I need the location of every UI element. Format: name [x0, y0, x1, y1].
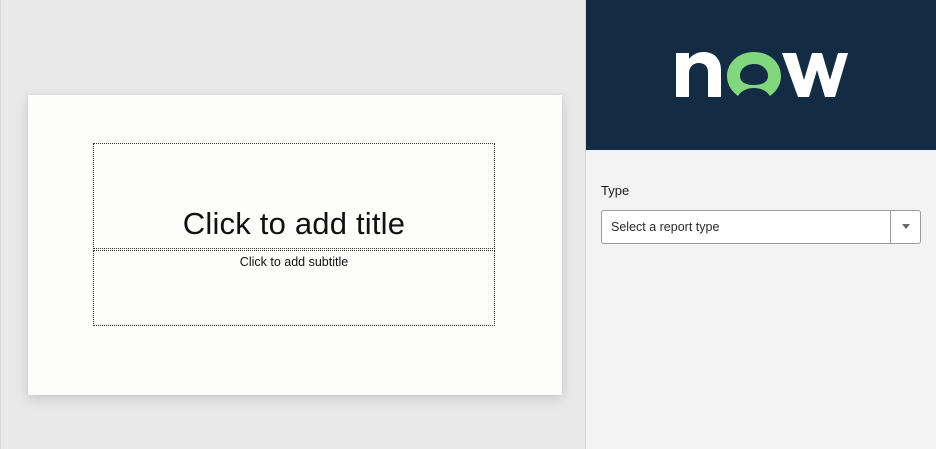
subtitle-placeholder-text: Click to add subtitle — [239, 255, 349, 269]
subtitle-placeholder[interactable]: Click to add subtitle — [93, 250, 495, 326]
title-placeholder-text: Click to add title — [182, 206, 406, 241]
select-divider — [890, 211, 891, 243]
side-panel: Type Select a report type — [585, 0, 936, 449]
logo-letter-n — [676, 52, 721, 97]
title-placeholder[interactable]: Click to add title — [93, 143, 495, 249]
logo-letter-o — [727, 52, 781, 96]
app-root: Click to add title Click to add subtitle… — [0, 0, 936, 449]
now-logo — [676, 52, 848, 97]
chevron-down-icon[interactable] — [902, 224, 910, 229]
slide[interactable]: Click to add title Click to add subtitle — [28, 95, 562, 395]
report-type-select-value: Select a report type — [611, 220, 720, 234]
brand-header — [586, 0, 936, 150]
slide-canvas-area: Click to add title Click to add subtitle — [0, 0, 585, 449]
type-field-label: Type — [601, 183, 630, 198]
logo-letter-w — [782, 53, 848, 97]
report-type-select[interactable]: Select a report type — [601, 210, 921, 244]
